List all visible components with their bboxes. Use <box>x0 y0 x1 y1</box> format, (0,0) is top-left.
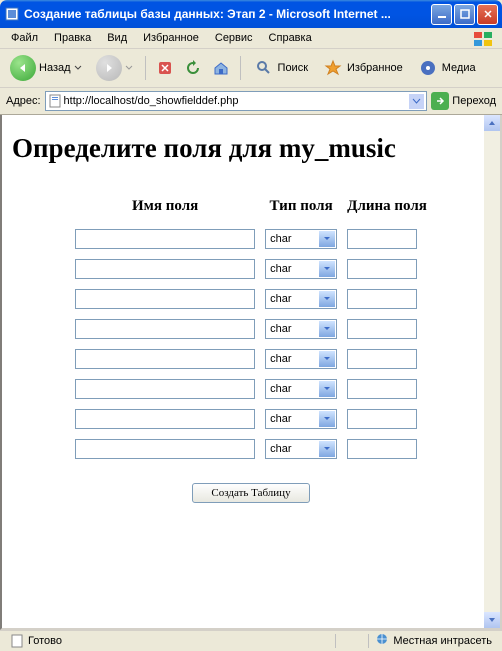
scroll-up-icon[interactable] <box>484 115 500 131</box>
status-bar: Готово Местная интрасеть <box>0 630 502 650</box>
menubar: Файл Правка Вид Избранное Сервис Справка <box>0 28 502 49</box>
minimize-button[interactable] <box>431 4 452 25</box>
table-row: char <box>75 409 427 429</box>
field-name-input[interactable] <box>75 349 255 369</box>
field-length-input[interactable] <box>347 349 417 369</box>
zone-icon <box>375 632 389 649</box>
go-button[interactable]: Переход <box>431 92 496 110</box>
address-input-wrap[interactable] <box>45 91 428 111</box>
ie-icon <box>4 6 20 22</box>
field-length-input[interactable] <box>347 379 417 399</box>
back-icon <box>10 55 36 81</box>
field-type-select[interactable]: char <box>265 319 337 339</box>
field-name-input[interactable] <box>75 229 255 249</box>
menu-tools[interactable]: Сервис <box>208 30 260 46</box>
col-header-len: Длина поля <box>347 198 427 219</box>
table-row: char <box>75 259 427 279</box>
field-name-input[interactable] <box>75 319 255 339</box>
address-label: Адрес: <box>6 95 41 107</box>
media-button[interactable]: Медиа <box>413 55 480 81</box>
field-name-input[interactable] <box>75 439 255 459</box>
content-area: Определите поля для my_music Имя поля Ти… <box>0 115 502 630</box>
vertical-scrollbar[interactable] <box>484 115 500 628</box>
stop-icon[interactable] <box>154 57 176 79</box>
separator <box>335 634 336 648</box>
chevron-down-icon <box>319 321 335 337</box>
address-input[interactable] <box>62 95 410 107</box>
window-title: Создание таблицы базы данных: Этап 2 - M… <box>24 7 431 21</box>
menu-view[interactable]: Вид <box>100 30 134 46</box>
field-type-select[interactable]: char <box>265 379 337 399</box>
favorites-button[interactable]: Избранное <box>318 55 407 81</box>
field-form-table: Имя поля Тип поля Длина поля char char cha… <box>65 188 437 469</box>
field-length-input[interactable] <box>347 259 417 279</box>
menu-help[interactable]: Справка <box>262 30 319 46</box>
field-length-input[interactable] <box>347 409 417 429</box>
chevron-down-icon <box>319 231 335 247</box>
toolbar: Назад Поиск Избранное Медиа <box>0 49 502 88</box>
home-icon[interactable] <box>210 57 232 79</box>
field-type-select[interactable]: char <box>265 349 337 369</box>
done-icon <box>10 634 24 648</box>
media-icon <box>417 57 439 79</box>
star-icon <box>322 57 344 79</box>
chevron-down-icon <box>319 441 335 457</box>
table-row: char <box>75 319 427 339</box>
forward-icon <box>96 55 122 81</box>
field-name-input[interactable] <box>75 409 255 429</box>
field-length-input[interactable] <box>347 289 417 309</box>
address-dropdown-icon[interactable] <box>409 94 424 109</box>
chevron-down-icon <box>74 64 82 72</box>
status-ready: Готово <box>28 635 62 647</box>
chevron-down-icon <box>319 261 335 277</box>
menu-edit[interactable]: Правка <box>47 30 98 46</box>
table-row: char <box>75 349 427 369</box>
field-name-input[interactable] <box>75 259 255 279</box>
search-button[interactable]: Поиск <box>249 55 312 81</box>
chevron-down-icon <box>125 64 133 72</box>
table-row: char <box>75 379 427 399</box>
field-length-input[interactable] <box>347 439 417 459</box>
status-zone: Местная интрасеть <box>393 635 492 647</box>
field-type-select[interactable]: char <box>265 409 337 429</box>
separator <box>240 56 241 80</box>
col-header-type: Тип поля <box>265 198 337 219</box>
close-button[interactable] <box>477 4 498 25</box>
search-icon <box>253 57 275 79</box>
page-heading: Определите поля для my_music <box>12 133 490 164</box>
field-type-select[interactable]: char <box>265 259 337 279</box>
refresh-icon[interactable] <box>182 57 204 79</box>
field-type-select[interactable]: char <box>265 289 337 309</box>
field-length-input[interactable] <box>347 229 417 249</box>
forward-button[interactable] <box>92 53 137 83</box>
scroll-down-icon[interactable] <box>484 612 500 628</box>
maximize-button[interactable] <box>454 4 475 25</box>
field-length-input[interactable] <box>347 319 417 339</box>
field-name-input[interactable] <box>75 379 255 399</box>
separator <box>145 56 146 80</box>
chevron-down-icon <box>319 381 335 397</box>
field-type-select[interactable]: char <box>265 439 337 459</box>
go-icon <box>431 92 449 110</box>
address-bar: Адрес: Переход <box>0 88 502 115</box>
col-header-name: Имя поля <box>75 198 255 219</box>
create-table-button[interactable]: Создать Таблицу <box>192 483 309 503</box>
back-button[interactable]: Назад <box>6 53 86 83</box>
chevron-down-icon <box>319 291 335 307</box>
table-row: char <box>75 289 427 309</box>
field-name-input[interactable] <box>75 289 255 309</box>
titlebar: Создание таблицы базы данных: Этап 2 - M… <box>0 0 502 28</box>
menu-file[interactable]: Файл <box>4 30 45 46</box>
table-row: char <box>75 229 427 249</box>
windows-flag-icon <box>472 30 496 48</box>
field-type-select[interactable]: char <box>265 229 337 249</box>
chevron-down-icon <box>319 351 335 367</box>
table-row: char <box>75 439 427 459</box>
page-icon <box>48 94 62 108</box>
chevron-down-icon <box>319 411 335 427</box>
menu-favorites[interactable]: Избранное <box>136 30 206 46</box>
